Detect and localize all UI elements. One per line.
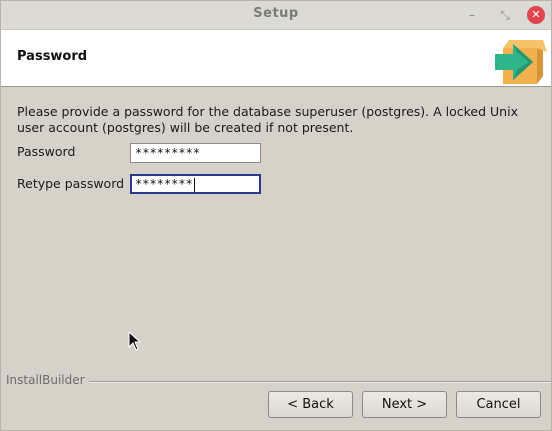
- title-bar[interactable]: Setup – ⤡ ✕: [1, 1, 551, 30]
- installer-box-arrow-icon: [495, 40, 547, 84]
- retype-password-value: ********: [135, 177, 193, 191]
- intro-text: Please provide a password for the databa…: [17, 104, 518, 135]
- text-caret: [193, 177, 195, 192]
- next-button[interactable]: Next >: [362, 391, 447, 418]
- close-icon[interactable]: ✕: [527, 6, 545, 24]
- page-title: Password: [17, 49, 88, 64]
- retype-password-field[interactable]: ********: [130, 174, 261, 194]
- back-button[interactable]: < Back: [268, 391, 353, 418]
- minimize-icon[interactable]: –: [463, 6, 481, 24]
- setup-window: Setup – ⤡ ✕ Password Please provide a pa…: [0, 0, 552, 431]
- page-header: Password: [1, 30, 551, 87]
- password-field[interactable]: *********: [130, 143, 261, 163]
- retype-password-label: Retype password: [17, 176, 125, 191]
- password-value: *********: [135, 146, 201, 160]
- installbuilder-brand: InstallBuilder: [6, 373, 89, 387]
- maximize-icon[interactable]: ⤡: [496, 6, 514, 24]
- cancel-button[interactable]: Cancel: [456, 391, 541, 418]
- footer-separator: [89, 381, 551, 383]
- mouse-pointer-icon: [128, 331, 142, 351]
- password-label: Password: [17, 144, 76, 159]
